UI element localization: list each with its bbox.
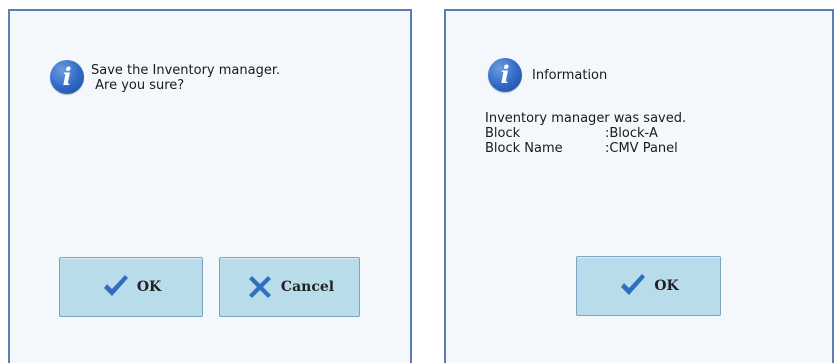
confirm-message-line2: Are you sure? [91, 78, 185, 93]
ok-button[interactable]: OK [59, 257, 203, 317]
block-value: :Block-A [605, 126, 658, 141]
checkmark-icon [103, 275, 128, 296]
block-name-label: Block Name [485, 141, 563, 156]
saved-message: Inventory manager was saved. [485, 111, 687, 126]
ok-button[interactable]: OK [576, 256, 721, 316]
ok-button-label: OK [136, 279, 162, 295]
info-icon: i [488, 58, 522, 92]
dialog-title: Information [532, 68, 608, 83]
confirm-dialog: i Save the Inventory manager. Are you su… [8, 9, 412, 363]
block-name-value: :CMV Panel [605, 141, 678, 156]
checkmark-icon [621, 274, 646, 295]
ok-button-label: OK [654, 278, 679, 294]
confirm-message-line1: Save the Inventory manager. [91, 63, 281, 78]
cross-icon [248, 276, 271, 298]
cancel-button-label: Cancel [280, 279, 335, 295]
block-label: Block [485, 126, 521, 141]
cancel-button[interactable]: Cancel [219, 257, 360, 317]
info-icon: i [50, 60, 84, 94]
information-dialog: i Information Inventory manager was save… [444, 9, 834, 363]
